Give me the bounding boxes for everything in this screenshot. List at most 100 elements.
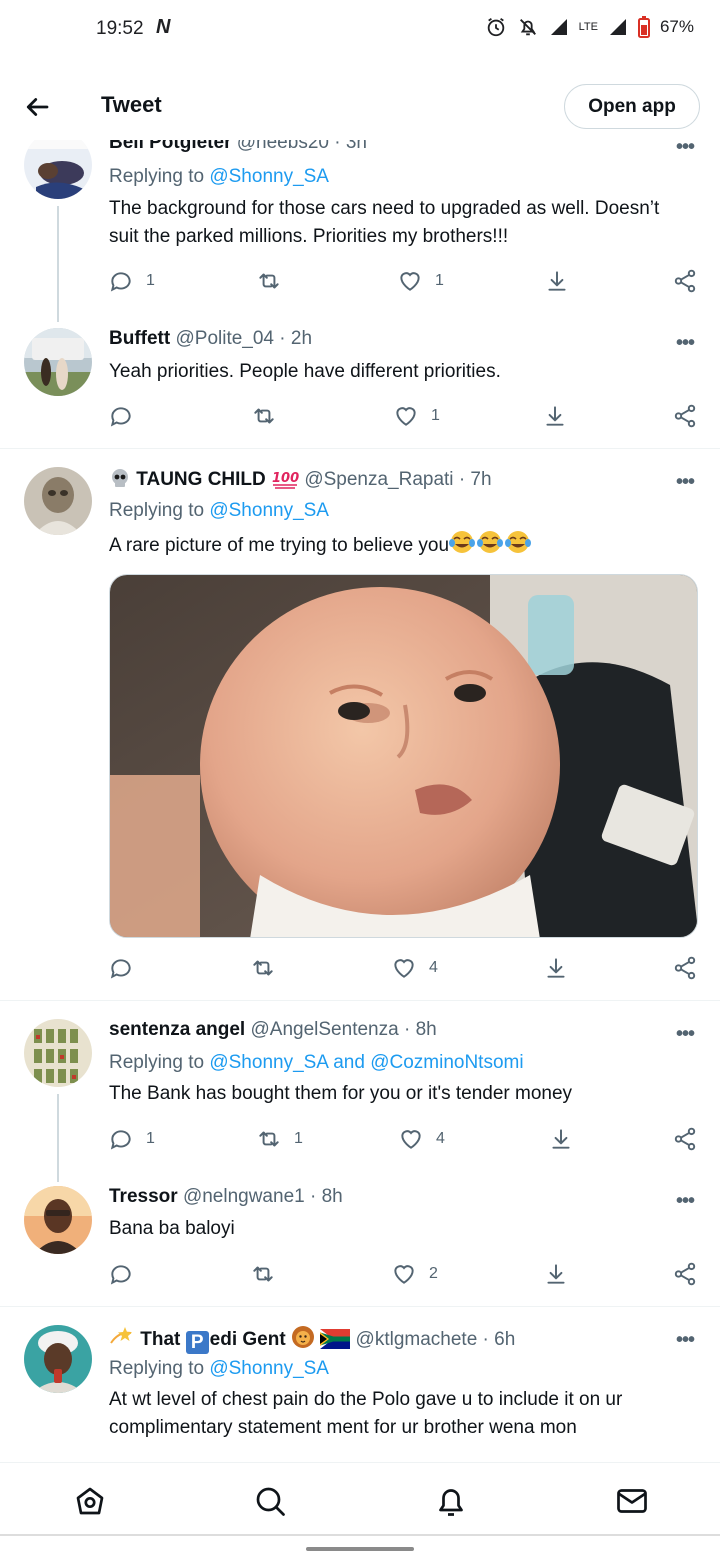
share-button[interactable] <box>672 403 698 429</box>
avatar[interactable] <box>24 1186 92 1254</box>
reply-icon <box>110 1265 131 1285</box>
more-options-icon[interactable]: ••• <box>676 1190 695 1213</box>
retweet-button[interactable] <box>250 1261 288 1287</box>
separator-dot: · <box>279 328 286 349</box>
tweet-text: At wt level of chest pain do the Polo ga… <box>109 1389 623 1438</box>
retweet-icon <box>253 960 273 976</box>
heart-icon <box>394 1265 414 1284</box>
reply-button[interactable] <box>108 403 146 429</box>
display-name[interactable]: sentenza angel <box>109 1019 245 1040</box>
download-button[interactable] <box>544 268 570 294</box>
replying-label: Replying to <box>109 500 210 521</box>
like-button[interactable]: 4 <box>391 955 438 981</box>
more-options-icon[interactable]: ••• <box>676 332 695 355</box>
download-button[interactable] <box>548 1126 574 1152</box>
mail-icon[interactable] <box>614 1483 650 1519</box>
like-button[interactable]: 1 <box>393 403 440 429</box>
tweet-time[interactable]: 2h <box>291 328 312 349</box>
status-icons: LTE 67% <box>485 16 694 38</box>
tweet-time[interactable]: 8h <box>322 1186 343 1207</box>
like-count: 1 <box>431 407 440 424</box>
signal-icon <box>550 19 567 35</box>
replying-label: Replying to <box>109 166 210 187</box>
avatar[interactable] <box>24 131 92 199</box>
tweet-actions: 1 <box>0 403 720 433</box>
tweet-text: Bana ba baloyi <box>109 1218 235 1239</box>
replying-to: Replying to @Shonny_SA <box>109 166 329 188</box>
avatar[interactable] <box>24 467 92 535</box>
avatar[interactable] <box>24 328 92 396</box>
download-button[interactable] <box>542 403 568 429</box>
user-handle[interactable]: @Spenza_Rapati <box>304 469 453 490</box>
mention-link[interactable]: @Shonny_SA <box>209 500 329 521</box>
mention-link[interactable]: @Shonny_SA <box>209 166 329 187</box>
south-africa-flag-icon <box>320 1329 355 1350</box>
divider <box>0 448 720 449</box>
reply-count: 1 <box>146 272 155 289</box>
retweet-button[interactable] <box>256 268 294 294</box>
retweet-button[interactable] <box>251 403 289 429</box>
tweet-header: Buffett @Polite_04 · 2h <box>109 328 312 350</box>
share-icon <box>674 956 696 980</box>
replying-to: Replying to @Shonny_SA <box>109 1358 329 1380</box>
tweet-actions: 2 <box>0 1261 720 1291</box>
reply-button[interactable]: 1 <box>108 1126 155 1152</box>
display-name[interactable]: Tressor <box>109 1186 178 1207</box>
more-options-icon[interactable]: ••• <box>676 471 695 494</box>
share-button[interactable] <box>672 1126 698 1152</box>
top-app-bar: Tweet Open app <box>0 72 720 140</box>
open-app-button[interactable]: Open app <box>564 84 700 129</box>
avatar[interactable] <box>24 1019 92 1087</box>
bottom-navigation <box>0 1462 720 1538</box>
share-button[interactable] <box>672 955 698 981</box>
skull-emoji-icon <box>109 469 136 490</box>
avatar[interactable] <box>24 1325 92 1393</box>
carrier-icon: N <box>156 16 171 38</box>
user-handle[interactable]: @Polite_04 <box>175 328 274 349</box>
mention-link[interactable]: @Shonny_SA and @CozminoNtsomi <box>209 1052 523 1073</box>
reply-button[interactable] <box>108 955 146 981</box>
download-button[interactable] <box>543 955 569 981</box>
status-time: 19:52 <box>96 18 144 39</box>
status-bar: 19:52 N LTE 67% <box>0 0 720 60</box>
retweet-button[interactable]: 1 <box>256 1126 303 1152</box>
user-handle[interactable]: @ktlgmachete <box>356 1329 478 1350</box>
reply-button[interactable] <box>108 1261 146 1287</box>
display-name-part1[interactable]: That <box>140 1329 185 1350</box>
bell-icon[interactable] <box>433 1483 469 1519</box>
separator-dot: · <box>458 469 466 490</box>
download-icon <box>552 1129 570 1149</box>
back-arrow-icon[interactable] <box>22 92 52 122</box>
search-icon[interactable] <box>252 1483 288 1519</box>
tweet-time[interactable]: 6h <box>494 1329 515 1350</box>
tweet-media-image[interactable] <box>109 574 698 938</box>
download-icon <box>548 271 566 291</box>
display-name[interactable]: Buffett <box>109 328 170 349</box>
separator-dot: · <box>482 1329 489 1350</box>
user-handle[interactable]: @AngelSentenza <box>251 1019 399 1040</box>
display-name-part2[interactable]: edi Gent <box>210 1329 286 1350</box>
share-button[interactable] <box>672 1261 698 1287</box>
mute-icon <box>519 19 536 36</box>
mention-link[interactable]: @Shonny_SA <box>209 1358 329 1379</box>
more-options-icon[interactable]: ••• <box>676 1023 695 1046</box>
retweet-count: 1 <box>294 1130 303 1147</box>
share-button[interactable] <box>672 268 698 294</box>
user-handle[interactable]: @nelngwane1 <box>183 1186 305 1207</box>
retweet-button[interactable] <box>250 955 288 981</box>
like-button[interactable]: 4 <box>398 1126 445 1152</box>
display-name[interactable]: TAUNG CHILD <box>136 469 265 490</box>
like-button[interactable]: 2 <box>391 1261 438 1287</box>
tweet-header: sentenza angel @AngelSentenza · 8h <box>109 1019 437 1041</box>
home-indicator[interactable] <box>306 1547 414 1551</box>
download-button[interactable] <box>543 1261 569 1287</box>
lion-emoji-icon <box>291 1326 320 1350</box>
reply-icon <box>110 407 131 427</box>
like-button[interactable]: 1 <box>397 268 444 294</box>
home-icon[interactable] <box>72 1483 108 1519</box>
tweet-time[interactable]: 8h <box>416 1019 437 1040</box>
more-options-icon[interactable]: ••• <box>676 1329 695 1352</box>
tweet-time[interactable]: 7h <box>470 469 491 490</box>
reply-button[interactable]: 1 <box>108 268 155 294</box>
tweet-actions: 1 1 <box>0 268 720 298</box>
